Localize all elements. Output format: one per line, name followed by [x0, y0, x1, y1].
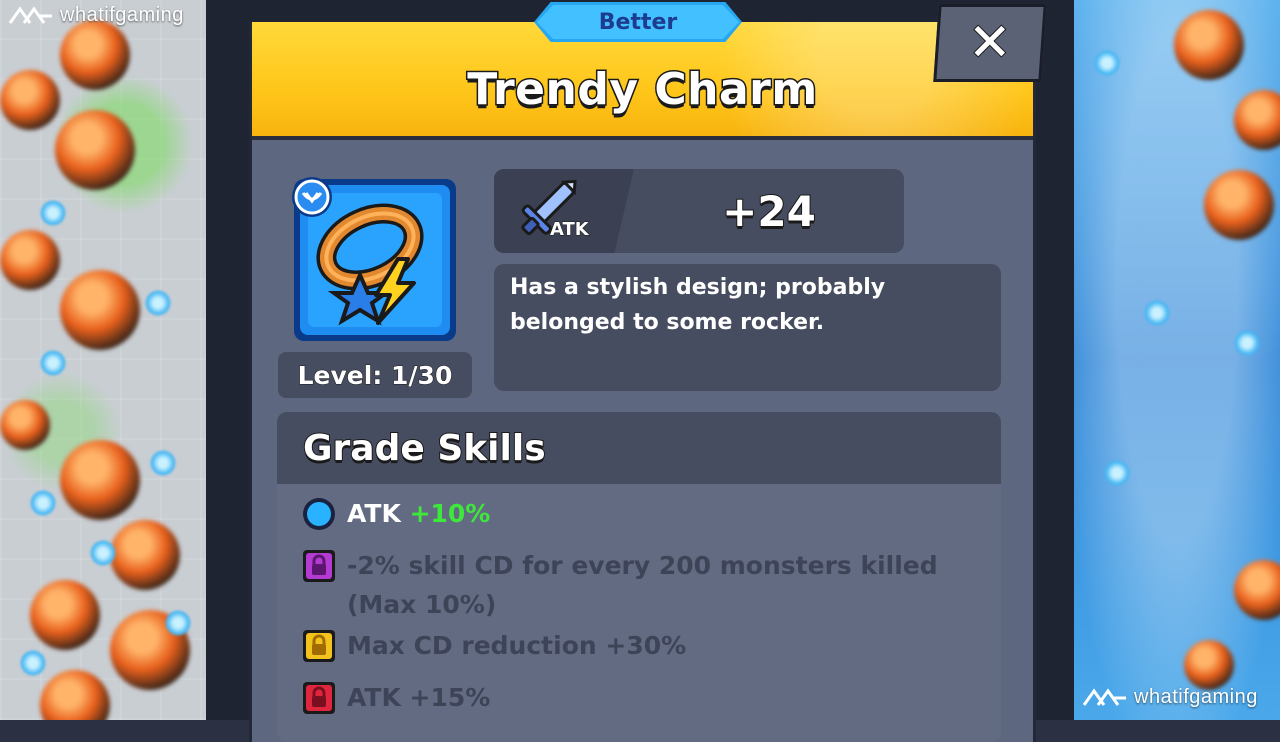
skill-text: -2% skill CD for every 200 monsters kill…	[347, 551, 938, 580]
skill-text-cont: (Max 10%)	[347, 590, 497, 619]
skill-text: ATK +15%	[347, 683, 491, 712]
left-game-background	[0, 0, 206, 720]
item-title: Trendy Charm	[466, 63, 819, 117]
skill-row: -2% skill CD for every 200 monsters kill…	[301, 546, 938, 624]
blue-circle-icon	[303, 498, 335, 530]
skill-name: ATK	[347, 499, 401, 528]
whatifgaming-logo-icon	[8, 5, 52, 24]
stat-icon-box	[494, 169, 634, 253]
stat-type-label: ATK	[550, 219, 590, 241]
description-line: Has a stylish design; probably	[510, 275, 886, 300]
description-line: belonged to some rocker.	[510, 310, 825, 335]
skill-row: Max CD reduction +30%	[301, 626, 686, 665]
grade-skills-heading: Grade Skills	[277, 412, 1001, 484]
sword-icon	[521, 179, 577, 236]
stat-value: +24	[721, 186, 817, 237]
watermark-text: whatifgaming	[1134, 686, 1258, 708]
whatifgaming-logo-icon	[1082, 687, 1126, 706]
close-icon: ✕	[967, 12, 1013, 74]
charm-bracelet-icon	[292, 177, 456, 341]
rank-badge: Better	[534, 2, 742, 42]
rank-label: Better	[598, 9, 678, 35]
item-description: Has a stylish design; probably belonged …	[494, 264, 1001, 391]
right-game-background	[1074, 0, 1280, 720]
skill-bonus: +10%	[409, 499, 491, 528]
skill-text: Max CD reduction +30%	[347, 631, 687, 660]
watermark-top-left: whatifgaming	[6, 4, 184, 27]
watermark-text: whatifgaming	[60, 4, 184, 26]
yellow-lock-icon	[303, 630, 335, 662]
red-lock-icon	[303, 682, 335, 714]
grade-skills-panel: Grade Skills ATK +10% -2% skill CD for e…	[277, 412, 1001, 742]
item-level: Level: 1/30	[278, 352, 472, 398]
purple-lock-icon	[303, 550, 335, 582]
close-button[interactable]: ✕	[933, 4, 1047, 82]
attack-stat-panel: ATK +24	[494, 169, 904, 253]
skill-row: ATK +15%	[301, 678, 490, 717]
skill-row: ATK +10%	[301, 494, 490, 533]
watermark-bottom-right: whatifgaming	[1080, 686, 1258, 709]
